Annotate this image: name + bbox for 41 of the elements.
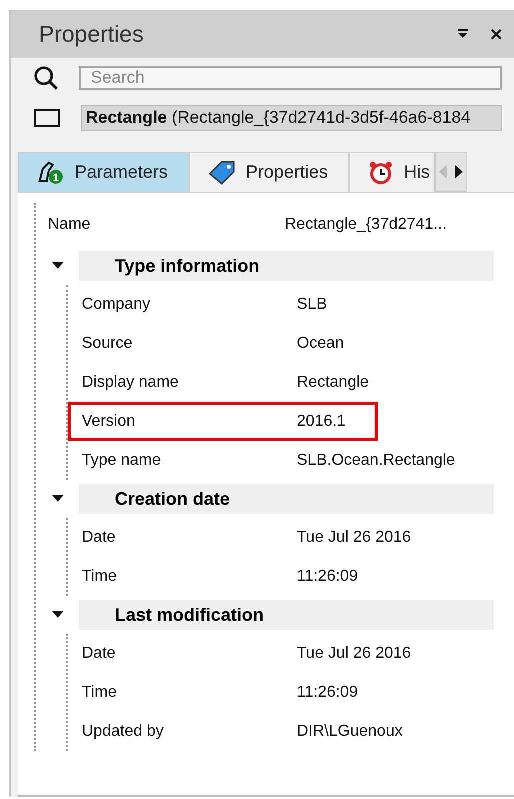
- collapse-arrow-icon[interactable]: [52, 262, 64, 270]
- property-value: Rectangle: [297, 374, 370, 392]
- property-value: 11:26:09: [297, 568, 358, 586]
- tab[interactable]: Properties: [189, 152, 350, 192]
- property-label: Source: [82, 334, 134, 352]
- tab[interactable]: His: [349, 152, 436, 192]
- property-value: Tue Jul 26 2016: [297, 644, 412, 662]
- property-label: Date: [82, 528, 117, 546]
- section-header: Creation date: [79, 484, 494, 514]
- property-label: Version: [82, 412, 136, 430]
- property-label: Time: [82, 568, 118, 586]
- property-value: Tue Jul 26 2016: [297, 528, 412, 546]
- property-value: SLB: [297, 296, 328, 314]
- close-icon[interactable]: [491, 28, 502, 40]
- property-value: SLB.Ocean.Rectangle: [297, 452, 456, 470]
- property-label: Time: [82, 684, 118, 702]
- search-icon: [33, 65, 59, 91]
- property-label: Type name: [82, 452, 162, 470]
- scroll-right-icon[interactable]: [454, 164, 464, 180]
- property-label: Date: [82, 644, 117, 662]
- property-value: Rectangle_{37d2741...: [285, 216, 447, 234]
- property-value: DIR\LGuenoux: [297, 722, 403, 740]
- tab[interactable]: 1 Parameters: [18, 152, 190, 192]
- collapse-arrow-icon[interactable]: [52, 495, 64, 503]
- section-header: Type information: [79, 251, 494, 281]
- property-label: Display name: [82, 374, 180, 392]
- property-label: Updated by: [82, 722, 165, 740]
- object-name-field: Rectangle (Rectangle_{37d2741d-3d5f-46a6-8184: [81, 105, 502, 131]
- tag-icon: [208, 160, 236, 186]
- dropdown-icon[interactable]: [457, 29, 469, 39]
- search-field[interactable]: Search: [79, 66, 502, 90]
- property-value: 2016.1: [297, 412, 346, 430]
- rectangle-icon: [33, 108, 61, 128]
- section-header: Last modification: [79, 600, 494, 630]
- property-label: Company: [82, 296, 152, 314]
- property-label: Name: [47, 216, 92, 234]
- collapse-arrow-icon[interactable]: [52, 611, 64, 619]
- property-value: 11:26:09: [297, 684, 358, 702]
- property-value: Ocean: [297, 334, 344, 352]
- panel-title: Properties: [39, 20, 145, 48]
- alarm-clock-icon: [368, 160, 394, 186]
